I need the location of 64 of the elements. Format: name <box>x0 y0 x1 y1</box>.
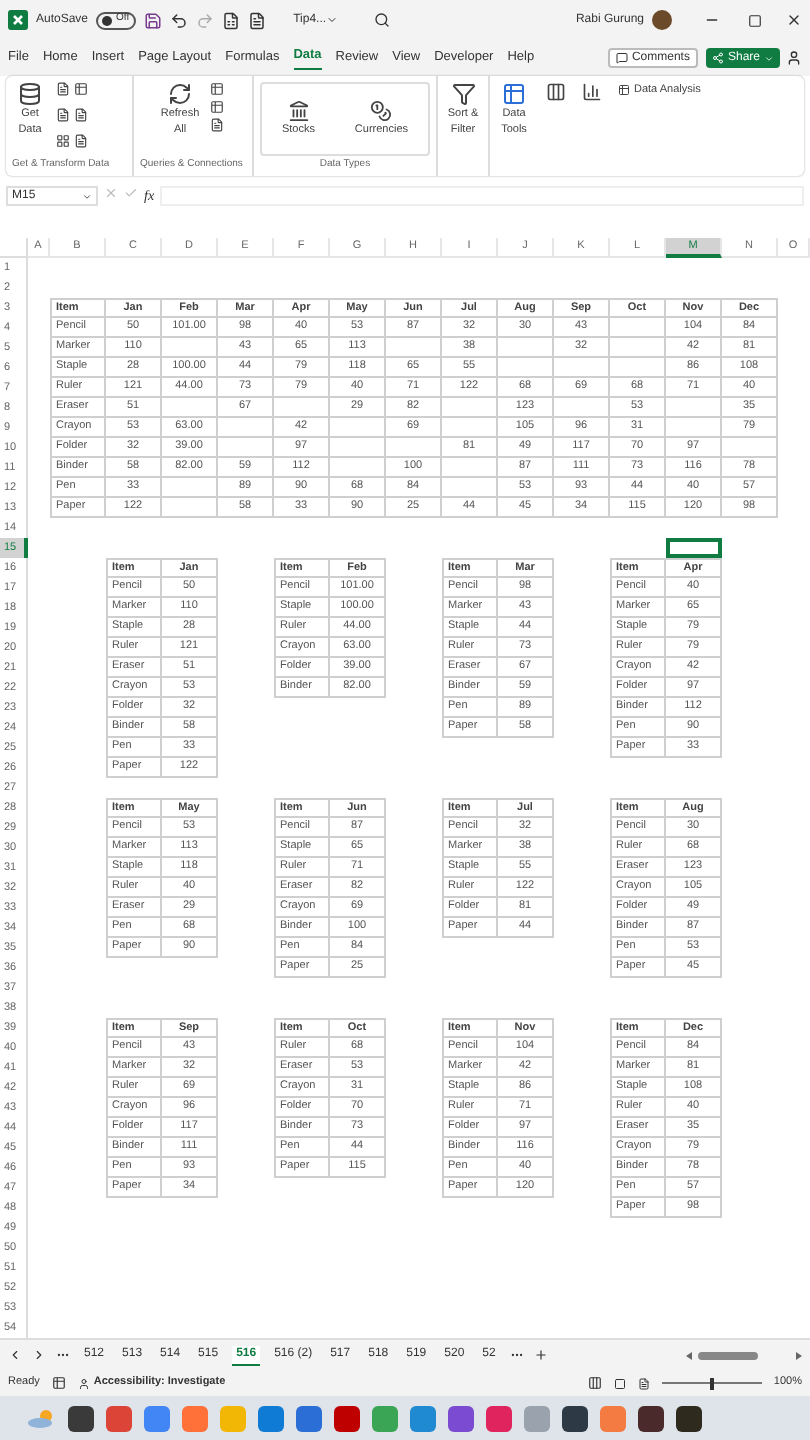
share-icon <box>711 52 724 64</box>
more-icon[interactable] <box>509 1348 524 1362</box>
empty-cell <box>666 398 722 418</box>
text-file-icon[interactable] <box>56 82 70 96</box>
save-icon[interactable] <box>143 11 162 29</box>
app-icon[interactable] <box>334 1405 360 1431</box>
horizontal-scrollbar[interactable] <box>686 1349 802 1361</box>
person-icon[interactable] <box>786 50 802 66</box>
app-icon[interactable] <box>676 1405 702 1431</box>
sheet-icon[interactable] <box>221 11 240 29</box>
empty-cell <box>386 338 442 358</box>
table-icon <box>618 84 630 97</box>
comment-icon <box>615 52 628 64</box>
empty-cell <box>610 318 666 338</box>
search-icon[interactable] <box>374 12 391 28</box>
empty-cell <box>162 498 218 518</box>
undo-icon[interactable] <box>169 11 188 29</box>
maximize-icon[interactable] <box>748 13 762 27</box>
empty-cell <box>162 398 218 418</box>
empty-cell <box>442 458 498 478</box>
person-icon <box>77 1377 90 1389</box>
refresh-icon <box>168 82 192 106</box>
bank-icon <box>287 99 310 122</box>
avatar[interactable] <box>652 10 672 30</box>
empty-cell <box>330 418 386 438</box>
database-icon <box>18 82 42 106</box>
selected-cell[interactable] <box>666 538 722 558</box>
app-icon[interactable] <box>68 1405 94 1431</box>
previous-sheet-icon[interactable] <box>8 1348 22 1362</box>
empty-cell <box>330 458 386 478</box>
coins-icon <box>370 99 393 122</box>
empty-cell <box>610 338 666 358</box>
empty-cell <box>330 438 386 458</box>
empty-cell <box>442 398 498 418</box>
empty-cell <box>386 438 442 458</box>
empty-cell <box>274 398 330 418</box>
add-sheet-icon[interactable] <box>533 1348 548 1362</box>
empty-cell <box>218 438 274 458</box>
empty-cell <box>498 338 554 358</box>
empty-cell <box>218 418 274 438</box>
document-icon[interactable] <box>247 11 266 29</box>
empty-cell <box>162 478 218 498</box>
empty-cell <box>666 418 722 438</box>
table-icon <box>502 82 526 106</box>
empty-cell <box>442 418 498 438</box>
dropdown-icon <box>764 53 774 63</box>
excel-icon <box>8 10 28 30</box>
empty-cell <box>162 338 218 358</box>
dropdown-icon <box>326 14 339 26</box>
next-sheet-icon[interactable] <box>32 1348 46 1362</box>
empty-cell <box>554 398 610 418</box>
empty-cell <box>498 358 554 378</box>
app-icon[interactable] <box>562 1405 588 1431</box>
empty-cell <box>722 438 778 458</box>
filter-icon <box>451 82 475 106</box>
empty-cell <box>610 358 666 378</box>
empty-cell <box>442 478 498 498</box>
close-icon[interactable] <box>786 12 802 28</box>
dropdown-icon <box>82 191 92 201</box>
app-icon[interactable] <box>638 1405 664 1431</box>
zoom-slider[interactable] <box>661 1377 762 1389</box>
table-icon[interactable] <box>74 82 88 96</box>
empty-cell <box>554 358 610 378</box>
more-icon[interactable] <box>56 1348 70 1362</box>
